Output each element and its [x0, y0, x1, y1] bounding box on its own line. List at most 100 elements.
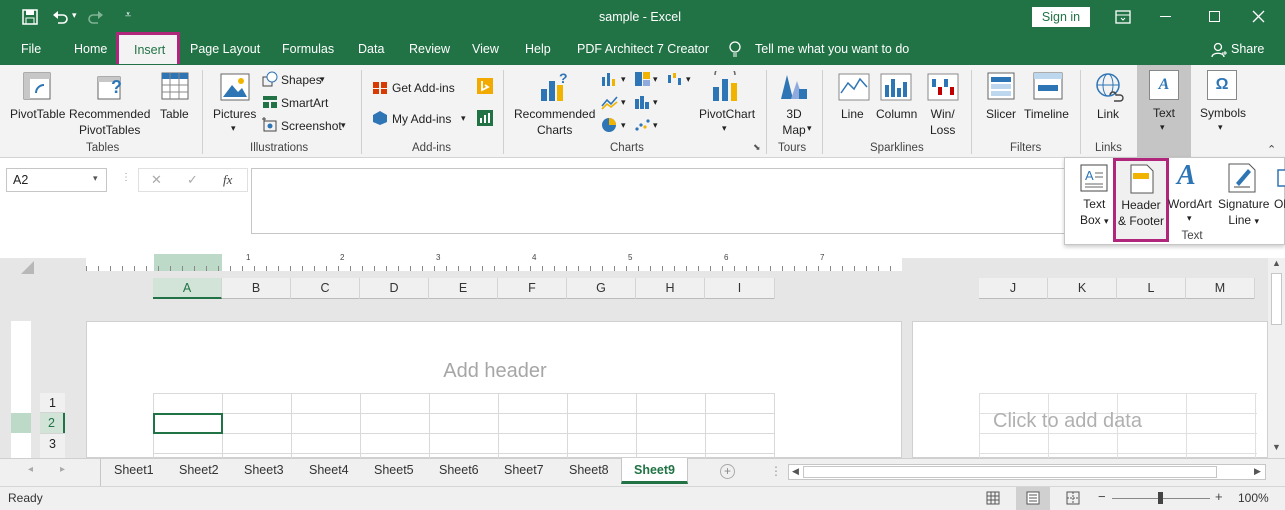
link-button[interactable]: Link: [1097, 106, 1119, 122]
sparkline-winloss-button[interactable]: Win/Loss: [930, 106, 955, 138]
row-header-1[interactable]: 1: [40, 393, 65, 413]
sheet-tab-8[interactable]: Sheet8: [569, 463, 609, 477]
undo-icon[interactable]: [52, 9, 68, 25]
cell-grid[interactable]: [153, 393, 775, 459]
scrollbar-thumb[interactable]: [1271, 273, 1282, 325]
column-header-b[interactable]: B: [222, 278, 291, 299]
tab-data[interactable]: Data: [358, 42, 384, 56]
waterfall-chart-icon[interactable]: [667, 71, 685, 87]
scatter-chart-icon[interactable]: [634, 117, 652, 133]
maximize-icon[interactable]: [1209, 11, 1220, 22]
column-header-l[interactable]: L: [1117, 278, 1186, 299]
save-icon[interactable]: [22, 9, 38, 25]
tab-file[interactable]: File: [21, 42, 41, 56]
scroll-tabs-left-icon[interactable]: ◂: [28, 464, 33, 475]
undo-dropdown-icon[interactable]: ▾: [72, 10, 77, 21]
selected-cell-a2[interactable]: [153, 413, 223, 434]
line-chart-icon[interactable]: [601, 94, 619, 110]
pictures-button[interactable]: Pictures: [213, 106, 256, 122]
object-button[interactable]: Ol: [1274, 196, 1285, 212]
minimize-icon[interactable]: [1160, 16, 1171, 17]
enter-icon[interactable]: ✓: [187, 172, 198, 188]
normal-view-icon[interactable]: [986, 491, 1000, 505]
page-layout-view-button[interactable]: [1016, 487, 1050, 510]
tab-formulas[interactable]: Formulas: [282, 42, 334, 56]
sheet-tab-5[interactable]: Sheet5: [374, 463, 414, 477]
sheet-tab-3[interactable]: Sheet3: [244, 463, 284, 477]
wordart-button[interactable]: WordArt: [1168, 196, 1212, 212]
column-header-d[interactable]: D: [360, 278, 429, 299]
hscroll-thumb[interactable]: [803, 466, 1217, 478]
pivotchart-button[interactable]: PivotChart: [699, 106, 755, 122]
row-header-2[interactable]: 2: [40, 413, 65, 433]
symbols-dropdown-icon[interactable]: ▾: [1218, 122, 1223, 133]
insert-function-icon[interactable]: fx: [223, 172, 232, 188]
column-chart-dropdown[interactable]: ▾: [621, 74, 626, 85]
column-header-j[interactable]: J: [979, 278, 1048, 299]
tab-view[interactable]: View: [472, 42, 499, 56]
text-box-button[interactable]: Text Box ▾: [1080, 196, 1109, 229]
smartart-button[interactable]: SmartArt: [281, 95, 328, 111]
tab-review[interactable]: Review: [409, 42, 450, 56]
sparkline-line-button[interactable]: Line: [841, 106, 864, 122]
redo-icon[interactable]: [88, 9, 104, 25]
wordart-dropdown-icon[interactable]: ▾: [1187, 213, 1192, 224]
line-chart-dropdown[interactable]: ▾: [621, 97, 626, 108]
screenshot-dropdown-icon[interactable]: ▾: [341, 120, 346, 131]
tab-insert[interactable]: Insert: [116, 32, 180, 64]
share-button[interactable]: Share: [1231, 42, 1264, 56]
text-group-button[interactable]: A Text ▾: [1137, 65, 1191, 157]
tab-pdf-architect[interactable]: PDF Architect 7 Creator: [577, 42, 709, 56]
screenshot-button[interactable]: Screenshot: [281, 118, 342, 134]
column-header-k[interactable]: K: [1048, 278, 1117, 299]
zoom-slider-thumb[interactable]: [1158, 492, 1163, 504]
scroll-up-icon[interactable]: ▲: [1272, 258, 1281, 268]
scroll-tabs-right-icon[interactable]: ▸: [60, 464, 65, 475]
get-addins-button[interactable]: Get Add-ins: [392, 80, 455, 96]
column-header-m[interactable]: M: [1186, 278, 1255, 299]
column-header-c[interactable]: C: [291, 278, 360, 299]
statistic-chart-dropdown[interactable]: ▾: [653, 97, 658, 108]
sheet-tab-9-active[interactable]: Sheet9: [621, 458, 688, 484]
tab-split-grip-icon[interactable]: ⋮: [770, 464, 782, 478]
column-header-f[interactable]: F: [498, 278, 567, 299]
scatter-chart-dropdown[interactable]: ▾: [653, 120, 658, 131]
hscroll-left-icon[interactable]: ◀: [792, 466, 799, 477]
statistic-chart-icon[interactable]: [634, 94, 652, 110]
tab-help[interactable]: Help: [525, 42, 551, 56]
share-icon[interactable]: [1211, 42, 1227, 58]
column-header-e[interactable]: E: [429, 278, 498, 299]
sheet-tab-4[interactable]: Sheet4: [309, 463, 349, 477]
waterfall-chart-dropdown[interactable]: ▾: [686, 74, 691, 85]
shapes-button[interactable]: Shapes: [281, 72, 322, 88]
cancel-icon[interactable]: ✕: [151, 172, 162, 188]
select-all-icon[interactable]: [20, 261, 34, 274]
symbols-button[interactable]: Symbols: [1200, 105, 1246, 121]
new-sheet-icon[interactable]: +: [720, 464, 735, 479]
close-icon[interactable]: [1252, 10, 1265, 23]
column-header-g[interactable]: G: [567, 278, 636, 299]
hscroll-right-icon[interactable]: ▶: [1254, 466, 1261, 477]
tell-me-search[interactable]: Tell me what you want to do: [755, 42, 909, 56]
name-box[interactable]: A2 ▾: [6, 168, 107, 192]
vertical-scrollbar[interactable]: ▲ ▼: [1268, 258, 1285, 458]
column-header-a[interactable]: A: [153, 278, 222, 299]
3d-map-dropdown-icon[interactable]: ▾: [807, 123, 812, 134]
slicer-button[interactable]: Slicer: [986, 106, 1016, 122]
pivotchart-dropdown-icon[interactable]: ▾: [722, 123, 727, 134]
sheet-tab-7[interactable]: Sheet7: [504, 463, 544, 477]
table-button[interactable]: Table: [160, 106, 189, 122]
sign-in-button[interactable]: Sign in: [1032, 7, 1090, 27]
bing-icon[interactable]: [477, 78, 493, 94]
pictures-dropdown-icon[interactable]: ▾: [231, 123, 236, 134]
recommended-pivottables-button[interactable]: Recommended PivotTables: [69, 106, 150, 138]
collapse-ribbon-icon[interactable]: ⌃: [1267, 143, 1276, 156]
zoom-in-icon[interactable]: +: [1215, 489, 1223, 504]
sparkline-column-button[interactable]: Column: [876, 106, 917, 122]
click-to-add-data-placeholder[interactable]: Click to add data: [993, 410, 1142, 433]
tab-home[interactable]: Home: [74, 42, 107, 56]
my-addins-dropdown-icon[interactable]: ▾: [461, 113, 466, 124]
charts-dialog-launcher-icon[interactable]: ⬊: [753, 142, 761, 153]
zoom-level[interactable]: 100%: [1238, 491, 1269, 505]
zoom-out-icon[interactable]: −: [1098, 489, 1106, 504]
